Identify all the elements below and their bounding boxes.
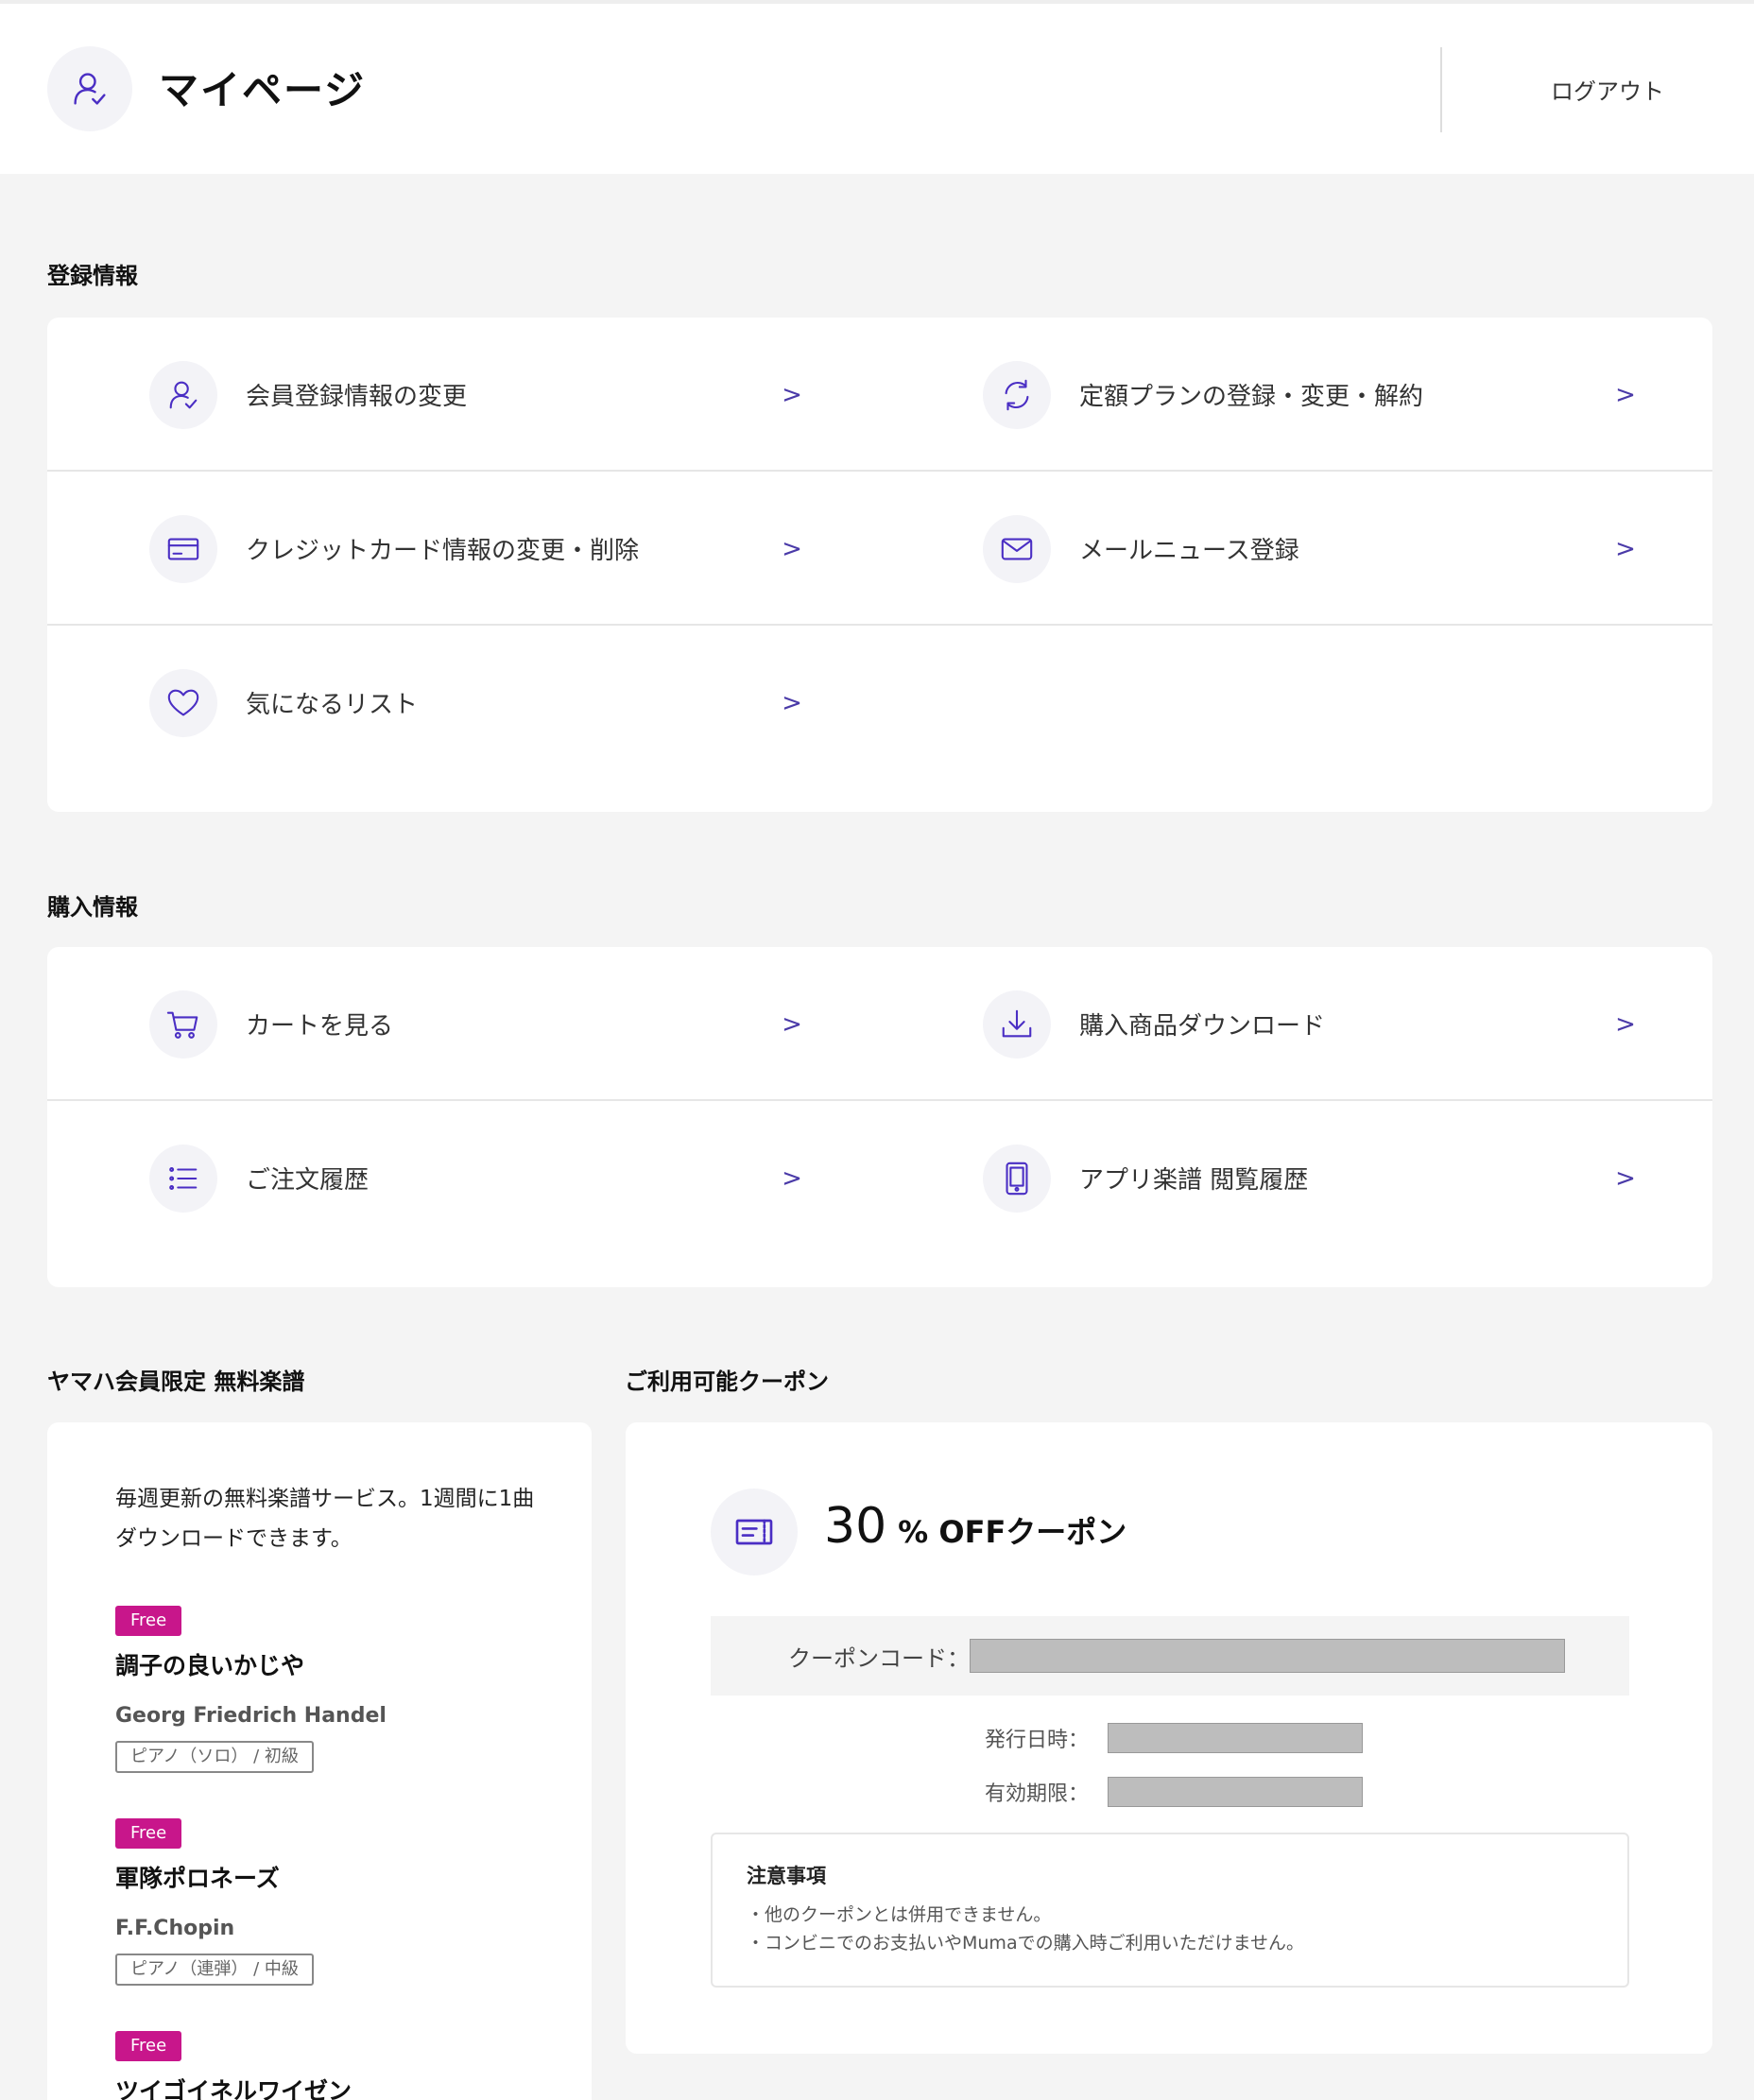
- registration-row: 気になるリスト >: [47, 626, 1712, 780]
- favorites-list-link[interactable]: 気になるリスト >: [149, 626, 811, 780]
- subscription-plan-link[interactable]: 定額プランの登録・変更・解約 >: [983, 318, 1644, 472]
- coupon-discount-unit: % OFFクーポン: [898, 1514, 1127, 1550]
- chevron-right-icon: >: [782, 534, 802, 563]
- coupon-notice-box: 注意事項 ・他のクーポンとは併用できません。 ・コンビニでのお支払いやMumaで…: [711, 1833, 1629, 1988]
- free-scores-description: 毎週更新の無料楽譜サービス。1週間に1曲ダウンロードできます。: [115, 1487, 535, 1551]
- chevron-right-icon: >: [1615, 1163, 1636, 1193]
- score-title[interactable]: 軍隊ポロネーズ: [115, 1860, 550, 1894]
- coupon-code-box: クーポンコード：: [711, 1616, 1629, 1695]
- mail-news-link[interactable]: メールニュース登録 >: [983, 472, 1644, 626]
- menu-label: 会員登録情報の変更: [246, 383, 468, 411]
- issued-date-redacted: [1108, 1723, 1363, 1753]
- score-title[interactable]: ツイゴイネルワイゼン: [115, 2073, 550, 2100]
- notice-line: ・コンビニでのお支払いやMumaでの購入時ご利用いただけません。: [747, 1933, 1305, 1954]
- credit-card-link[interactable]: クレジットカード情報の変更・削除 >: [149, 472, 811, 626]
- coupon-card: 30 % OFFクーポン クーポンコード： 発行日時： 有効期限： 注意事項 ・他…: [626, 1422, 1712, 2054]
- registration-row: クレジットカード情報の変更・削除 > メールニュース登録 >: [47, 472, 1712, 626]
- chevron-right-icon: >: [1615, 380, 1636, 409]
- expiry-date-row: 有効期限：: [626, 1777, 1712, 1809]
- list-icon: [149, 1144, 217, 1213]
- coupon-discount-value: 30: [824, 1498, 887, 1555]
- issued-date-row: 発行日時：: [626, 1723, 1712, 1755]
- free-scores-card: 毎週更新の無料楽譜サービス。1週間に1曲ダウンロードできます。 Free 調子の…: [47, 1422, 592, 2100]
- chevron-right-icon: >: [782, 380, 802, 409]
- registration-section-title: 登録情報: [47, 263, 138, 289]
- coupon-code-redacted: [970, 1639, 1565, 1673]
- view-cart-link[interactable]: カートを見る >: [149, 947, 811, 1101]
- menu-label: ご注文履歴: [246, 1166, 370, 1195]
- free-badge: Free: [115, 1606, 182, 1636]
- chevron-right-icon: >: [782, 1009, 802, 1039]
- score-tag: ピアノ（連弾） / 中級: [115, 1954, 314, 1986]
- notice-line: ・他のクーポンとは併用できません。: [747, 1904, 1052, 1925]
- user-check-icon: [47, 46, 132, 131]
- menu-label: クレジットカード情報の変更・削除: [246, 537, 640, 565]
- score-composer: Georg Friedrich Handel: [115, 1704, 387, 1728]
- chevron-right-icon: >: [1615, 534, 1636, 563]
- score-composer: F.F.Chopin: [115, 1917, 235, 1940]
- page-title: マイページ: [159, 67, 367, 113]
- chevron-right-icon: >: [782, 688, 802, 717]
- score-tag: ピアノ（ソロ） / 初級: [115, 1741, 314, 1773]
- purchase-row: ご注文履歴 > アプリ楽譜 閲覧履歴 >: [47, 1101, 1712, 1255]
- free-badge: Free: [115, 2031, 182, 2061]
- refresh-icon: [983, 360, 1051, 429]
- heart-icon: [149, 668, 217, 737]
- app-score-history-link[interactable]: アプリ楽譜 閲覧履歴 >: [983, 1101, 1644, 1255]
- coupons-section-title: ご利用可能クーポン: [625, 1368, 829, 1395]
- issued-date-label: 発行日時：: [984, 1729, 1089, 1752]
- purchase-section-title: 購入情報: [47, 894, 138, 921]
- free-scores-section-title: ヤマハ会員限定 無料楽譜: [47, 1368, 305, 1395]
- free-score-item[interactable]: Free 軍隊ポロネーズ F.F.Chopin ピアノ（連弾） / 中級: [115, 1818, 550, 1986]
- coupon-ticket-icon: [711, 1489, 798, 1575]
- menu-label: メールニュース登録: [1079, 537, 1299, 565]
- chevron-right-icon: >: [1615, 1009, 1636, 1039]
- menu-label: アプリ楽譜 閲覧履歴: [1079, 1166, 1309, 1195]
- notice-title: 注意事項: [747, 1865, 826, 1887]
- free-score-item[interactable]: Free 調子の良いかじや Georg Friedrich Handel ピアノ…: [115, 1606, 550, 1773]
- expiry-date-redacted: [1108, 1777, 1363, 1807]
- download-icon: [983, 990, 1051, 1059]
- tablet-icon: [983, 1144, 1051, 1213]
- purchase-row: カートを見る > 購入商品ダウンロード >: [47, 947, 1712, 1101]
- menu-label: 定額プランの登録・変更・解約: [1079, 383, 1424, 411]
- registration-row: 会員登録情報の変更 > 定額プランの登録・変更・解約 >: [47, 318, 1712, 472]
- user-check-icon: [149, 360, 217, 429]
- coupon-title: 30 % OFFクーポン: [824, 1498, 1126, 1555]
- menu-label: 気になるリスト: [246, 691, 419, 719]
- registration-card: 会員登録情報の変更 > 定額プランの登録・変更・解約 > クレジットカード情報の…: [47, 318, 1712, 812]
- free-score-item[interactable]: Free ツイゴイネルワイゼン: [115, 2031, 550, 2100]
- logout-button[interactable]: ログアウト: [1442, 42, 1754, 136]
- expiry-date-label: 有効期限：: [984, 1782, 1089, 1806]
- chevron-right-icon: >: [782, 1163, 802, 1193]
- purchased-download-link[interactable]: 購入商品ダウンロード >: [983, 947, 1644, 1101]
- mail-icon: [983, 514, 1051, 583]
- credit-card-icon: [149, 514, 217, 583]
- score-title[interactable]: 調子の良いかじや: [115, 1647, 550, 1681]
- menu-label: 購入商品ダウンロード: [1079, 1012, 1326, 1041]
- menu-label: カートを見る: [246, 1012, 394, 1041]
- free-badge: Free: [115, 1818, 182, 1849]
- page-header: マイページ ログアウト: [0, 4, 1754, 174]
- cart-icon: [149, 990, 217, 1059]
- purchase-card: カートを見る > 購入商品ダウンロード > ご注文履歴 > アプリ楽譜 閲覧履歴…: [47, 947, 1712, 1287]
- member-info-change-link[interactable]: 会員登録情報の変更 >: [149, 318, 811, 472]
- coupon-code-label: クーポンコード：: [788, 1644, 970, 1672]
- order-history-link[interactable]: ご注文履歴 >: [149, 1101, 811, 1255]
